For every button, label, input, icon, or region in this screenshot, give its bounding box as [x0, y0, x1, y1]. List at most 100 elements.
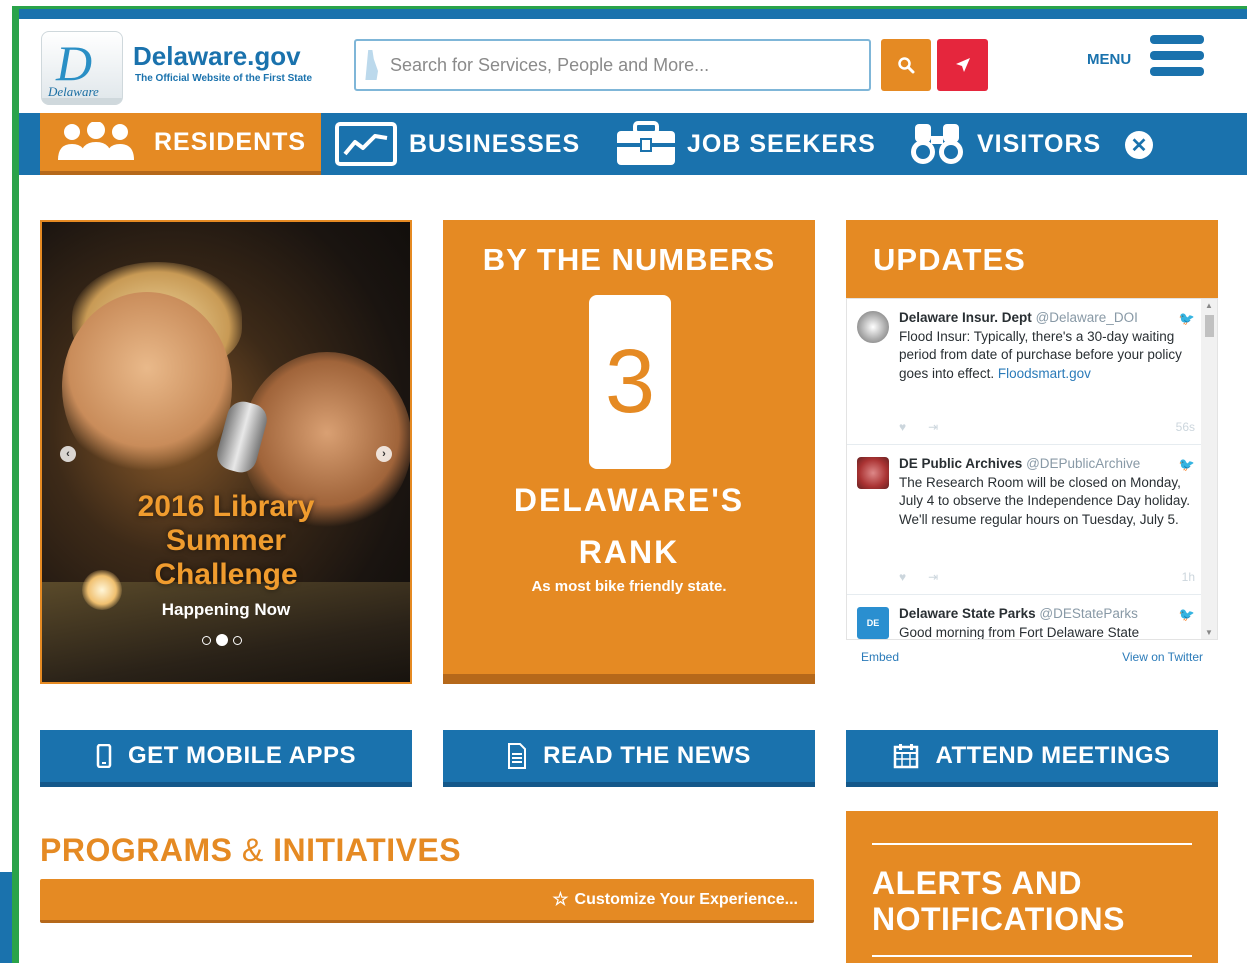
- twitter-feed[interactable]: Delaware Insur. Dept @Delaware_DOI Flood…: [846, 298, 1218, 640]
- scroll-up-icon[interactable]: ▲: [1205, 301, 1213, 310]
- tweet-actions: ♥ ⇥: [899, 570, 938, 584]
- read-the-news-label: READ THE NEWS: [543, 742, 751, 769]
- nav-label-job-seekers: JOB SEEKERS: [687, 129, 876, 158]
- calendar-icon: [894, 744, 919, 769]
- customize-label: Customize Your Experience...: [574, 890, 798, 908]
- read-the-news-button[interactable]: READ THE NEWS: [443, 730, 815, 787]
- avatar[interactable]: [857, 457, 889, 489]
- slider-dot[interactable]: [233, 635, 242, 645]
- featured-slider[interactable]: ‹ › 2016 Library Summer Challenge Happen…: [40, 220, 412, 684]
- alerts-panel[interactable]: ALERTS AND NOTIFICATIONS: [846, 811, 1218, 963]
- alerts-heading: ALERTS AND NOTIFICATIONS: [872, 865, 1125, 937]
- top-stripe: [19, 9, 1247, 19]
- view-on-twitter-link[interactable]: View on Twitter: [1122, 650, 1203, 664]
- tweet-handle[interactable]: @DEStateParks: [1039, 606, 1138, 621]
- close-icon[interactable]: ✕: [1125, 131, 1153, 159]
- search-box: [354, 39, 871, 91]
- twitter-bird-icon: 🐦: [1178, 311, 1195, 326]
- updates-heading: UPDATES: [846, 220, 1218, 298]
- share-icon[interactable]: ⇥: [928, 570, 938, 584]
- tweet-time[interactable]: 56s: [1176, 420, 1195, 434]
- get-mobile-apps-label: GET MOBILE APPS: [128, 742, 356, 769]
- scroll-down-icon[interactable]: ▼: [1205, 628, 1213, 637]
- tweet-actions: ♥ ⇥: [899, 420, 938, 434]
- programs-heading: PROGRAMS & INITIATIVES: [40, 832, 461, 869]
- tweet-time[interactable]: 1h: [1182, 570, 1195, 584]
- tweet-item[interactable]: Delaware Insur. Dept @Delaware_DOI Flood…: [847, 299, 1203, 445]
- slide-title-line3: Challenge: [154, 558, 298, 591]
- slider-prev-icon[interactable]: ‹: [60, 446, 76, 462]
- slider-dots: [202, 634, 242, 646]
- hamburger-menu-icon[interactable]: [1150, 35, 1204, 83]
- tweet-text: The Research Room will be closed on Mond…: [899, 474, 1190, 527]
- search-button[interactable]: [881, 39, 931, 91]
- numbers-note: As most bike friendly state.: [531, 578, 727, 595]
- search-input[interactable]: [390, 54, 860, 76]
- document-icon: [508, 743, 527, 769]
- slider-next-icon[interactable]: ›: [376, 446, 392, 462]
- nav-item-businesses[interactable]: BUSINESSES: [335, 113, 580, 175]
- tweet-body: Delaware State Parks @DEStateParks Good …: [899, 605, 1195, 640]
- tweet-body: DE Public Archives @DEPublicArchive The …: [899, 455, 1195, 529]
- star-outline-icon: ☆: [552, 889, 569, 909]
- embed-link[interactable]: Embed: [861, 650, 899, 664]
- slider-dot[interactable]: [202, 635, 211, 645]
- binoculars-icon: [911, 124, 963, 164]
- nav-label-visitors: VISITORS: [977, 129, 1102, 158]
- nav-item-residents[interactable]: RESIDENTS: [40, 113, 321, 175]
- attend-meetings-button[interactable]: ATTEND MEETINGS: [846, 730, 1218, 787]
- scroll-thumb[interactable]: [1205, 315, 1214, 337]
- tweet-link[interactable]: Floodsmart.gov: [998, 366, 1091, 381]
- numbers-rank-line2: RANK: [578, 534, 680, 570]
- avatar[interactable]: DE: [857, 607, 889, 639]
- alerts-line2: NOTIFICATIONS: [872, 901, 1125, 937]
- programs-heading-part1: PROGRAMS: [40, 832, 233, 868]
- customize-experience-button[interactable]: ☆ Customize Your Experience...: [40, 879, 814, 923]
- mobile-icon: [96, 744, 112, 768]
- chart-icon: [335, 122, 397, 166]
- updates-panel: UPDATES Delaware Insur. Dept @Delaware_D…: [846, 220, 1218, 684]
- numbers-value: 3: [589, 295, 671, 469]
- people-icon: [58, 122, 134, 160]
- slide-title-line1: 2016 Library: [137, 490, 315, 523]
- avatar[interactable]: [857, 311, 889, 343]
- tweet-handle[interactable]: @DEPublicArchive: [1026, 456, 1140, 471]
- share-icon[interactable]: ⇥: [928, 420, 938, 434]
- slide-title[interactable]: 2016 Library Summer Challenge: [42, 490, 410, 592]
- programs-heading-part2: INITIATIVES: [273, 832, 462, 868]
- slide-photo-child-left: [62, 292, 232, 482]
- site-title[interactable]: Delaware.gov: [133, 41, 301, 72]
- heart-icon[interactable]: ♥: [899, 570, 906, 584]
- heart-icon[interactable]: ♥: [899, 420, 906, 434]
- numbers-heading: BY THE NUMBERS: [482, 242, 776, 277]
- get-mobile-apps-button[interactable]: GET MOBILE APPS: [40, 730, 412, 787]
- twitter-bird-icon: 🐦: [1178, 457, 1195, 472]
- slide-title-line2: Summer: [165, 524, 287, 557]
- numbers-rank-line1: DELAWARE'S: [513, 482, 745, 518]
- tweet-author[interactable]: Delaware Insur. Dept: [899, 310, 1032, 325]
- feed-scrollbar[interactable]: ▲ ▼: [1201, 299, 1217, 639]
- tweet-item[interactable]: DE Delaware State Parks @DEStateParks Go…: [847, 595, 1203, 640]
- programs-heading-amp: &: [241, 832, 264, 868]
- location-button[interactable]: [937, 39, 988, 91]
- tweet-handle[interactable]: @Delaware_DOI: [1036, 310, 1138, 325]
- menu-label[interactable]: MENU: [1087, 51, 1131, 68]
- left-edge-strip: [0, 872, 12, 963]
- tweet-text: Good morning from Fort Delaware State: [899, 624, 1140, 640]
- briefcase-icon: [617, 121, 675, 165]
- tweet-author[interactable]: DE Public Archives: [899, 456, 1022, 471]
- delaware-logo[interactable]: D Delaware: [41, 31, 123, 105]
- tweet-author[interactable]: Delaware State Parks: [899, 606, 1036, 621]
- slide-subtitle: Happening Now: [161, 600, 291, 619]
- nav-label-residents: RESIDENTS: [154, 127, 307, 156]
- attend-meetings-label: ATTEND MEETINGS: [935, 742, 1171, 769]
- by-the-numbers-panel: BY THE NUMBERS 3 DELAWARE'S RANK As most…: [443, 220, 815, 684]
- audience-nav: RESIDENTS BUSINESSES JOB SEEKERS VISITOR…: [19, 113, 1247, 175]
- site-header: D Delaware Delaware.gov The Official Web…: [19, 19, 1247, 115]
- nav-item-job-seekers[interactable]: JOB SEEKERS: [615, 113, 876, 175]
- nav-item-visitors[interactable]: VISITORS: [909, 113, 1101, 175]
- nav-label-businesses: BUSINESSES: [409, 129, 581, 158]
- alerts-top-rule: [872, 843, 1192, 845]
- tweet-item[interactable]: DE Public Archives @DEPublicArchive The …: [847, 445, 1203, 595]
- slider-dot-active[interactable]: [216, 634, 228, 646]
